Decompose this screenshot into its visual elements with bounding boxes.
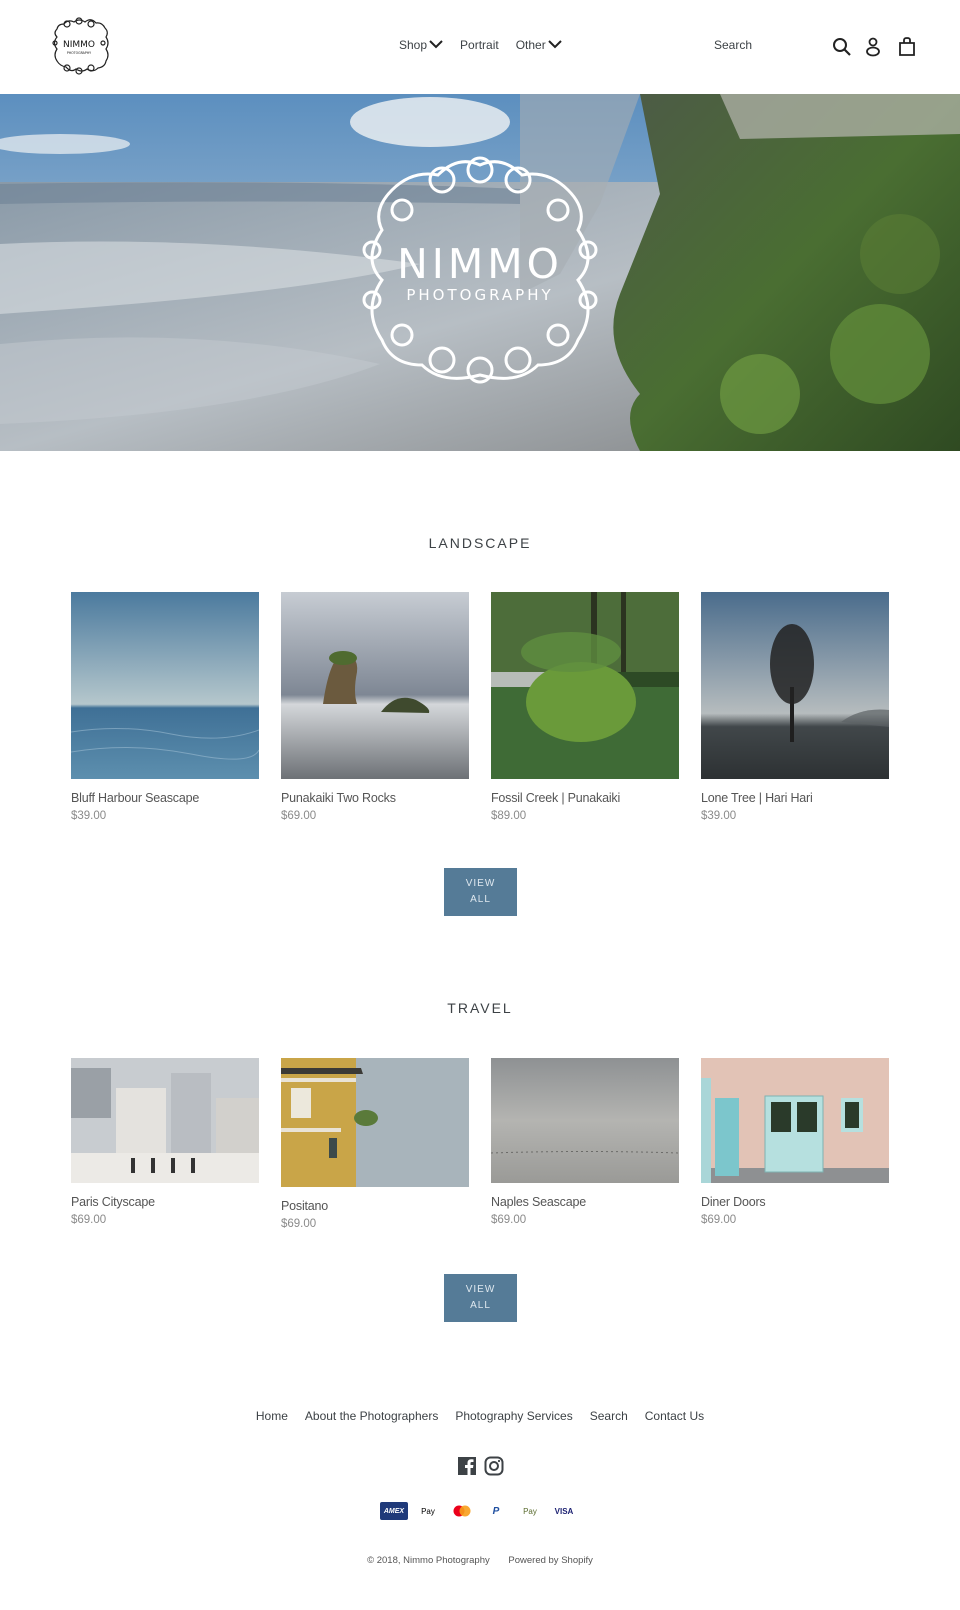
product-price: $69.00	[281, 810, 317, 822]
logo-frame-icon: NIMMO PHOTOGRAPHY	[52, 17, 109, 75]
product-image	[71, 1058, 259, 1183]
account-icon[interactable]	[862, 36, 884, 58]
visa-icon: VISA	[550, 1502, 578, 1520]
cart-icon[interactable]	[896, 36, 918, 58]
product-image	[281, 1058, 469, 1187]
site-header: NIMMO PHOTOGRAPHY Shop Portrait Other Se…	[0, 0, 960, 94]
product-image	[281, 592, 469, 779]
product-price: $89.00	[491, 810, 527, 822]
powered-by-link[interactable]: Powered by Shopify	[508, 1555, 593, 1566]
hero-title: NIMMO	[397, 240, 563, 288]
footer-link-contact[interactable]: Contact Us	[645, 1409, 704, 1423]
view-all-line1: VIEW	[465, 1284, 496, 1295]
footer-link-search[interactable]: Search	[590, 1409, 628, 1423]
main-nav: Shop Portrait Other	[399, 38, 579, 52]
hero-banner: NIMMO PHOTOGRAPHY	[0, 94, 960, 451]
product-name: Paris Cityscape	[71, 1195, 155, 1209]
product-name: Lone Tree | Hari Hari	[701, 791, 813, 805]
view-all-line2: ALL	[470, 894, 491, 905]
footer-copyright: © 2018, Nimmo Photography Powered by Sho…	[0, 1555, 960, 1566]
product-name: Diner Doors	[701, 1195, 766, 1209]
nav-label: Portrait	[460, 38, 499, 52]
search-icon[interactable]	[831, 36, 853, 58]
product-price: $39.00	[701, 810, 737, 822]
product-card[interactable]: Diner Doors $69.00	[701, 1058, 889, 1226]
chevron-down-icon	[429, 38, 443, 52]
product-card[interactable]: Paris Cityscape $69.00	[71, 1058, 259, 1226]
hero-subtitle: PHOTOGRAPHY	[406, 286, 554, 304]
product-card[interactable]: Lone Tree | Hari Hari $39.00	[701, 592, 889, 822]
product-card[interactable]: Positano $69.00	[281, 1058, 469, 1230]
footer-link-services[interactable]: Photography Services	[455, 1409, 572, 1423]
paypal-icon: P	[482, 1502, 510, 1520]
chevron-down-icon	[548, 38, 562, 52]
social-links	[457, 1456, 504, 1476]
view-all-line2: ALL	[470, 1300, 491, 1311]
product-card[interactable]: Punakaiki Two Rocks $69.00	[281, 592, 469, 822]
product-card[interactable]: Fossil Creek | Punakaiki $89.00	[491, 592, 679, 822]
product-image	[71, 592, 259, 779]
instagram-icon[interactable]	[484, 1456, 504, 1476]
product-price: $69.00	[71, 1214, 107, 1226]
amex-icon: AMEX	[380, 1502, 408, 1520]
product-image	[701, 592, 889, 779]
footer-nav: Home About the Photographers Photography…	[0, 1409, 960, 1423]
mastercard-icon	[448, 1502, 476, 1520]
payment-icons: AMEX Pay P Pay VISA	[380, 1502, 578, 1520]
footer-link-home[interactable]: Home	[256, 1409, 288, 1423]
product-price: $39.00	[71, 810, 107, 822]
nav-label: Other	[515, 38, 546, 52]
nav-item-other[interactable]: Other	[516, 38, 562, 52]
product-price: $69.00	[701, 1214, 737, 1226]
product-name: Positano	[281, 1199, 329, 1213]
shopify-pay-icon: Pay	[516, 1502, 544, 1520]
section-title-travel: TRAVEL	[447, 1000, 513, 1016]
view-all-travel-button[interactable]: VIEW ALL	[444, 1274, 517, 1322]
product-image	[701, 1058, 889, 1183]
product-card[interactable]: Naples Seascape $69.00	[491, 1058, 679, 1226]
svg-text:PHOTOGRAPHY: PHOTOGRAPHY	[67, 51, 91, 55]
product-name: Bluff Harbour Seascape	[71, 791, 200, 805]
search-input[interactable]: Search	[714, 38, 752, 52]
svg-text:NIMMO: NIMMO	[63, 40, 95, 50]
copyright-text: © 2018, Nimmo Photography	[367, 1555, 490, 1566]
product-name: Naples Seascape	[491, 1195, 586, 1209]
product-name: Punakaiki Two Rocks	[281, 791, 396, 805]
product-name: Fossil Creek | Punakaiki	[491, 791, 621, 805]
facebook-icon[interactable]	[457, 1456, 477, 1476]
nav-item-shop[interactable]: Shop	[399, 38, 443, 52]
product-image	[491, 1058, 679, 1183]
view-all-line1: VIEW	[465, 878, 496, 889]
apple-pay-icon: Pay	[414, 1502, 442, 1520]
section-title-landscape: LANDSCAPE	[428, 535, 532, 551]
footer-link-about[interactable]: About the Photographers	[305, 1409, 438, 1423]
view-all-landscape-button[interactable]: VIEW ALL	[444, 868, 517, 916]
product-image	[491, 592, 679, 779]
site-logo[interactable]: NIMMO PHOTOGRAPHY	[47, 15, 111, 77]
product-price: $69.00	[281, 1218, 317, 1230]
product-card[interactable]: Bluff Harbour Seascape $39.00	[71, 592, 259, 822]
product-price: $69.00	[491, 1214, 527, 1226]
nav-item-portrait[interactable]: Portrait	[460, 38, 499, 52]
nav-label: Shop	[399, 38, 428, 52]
